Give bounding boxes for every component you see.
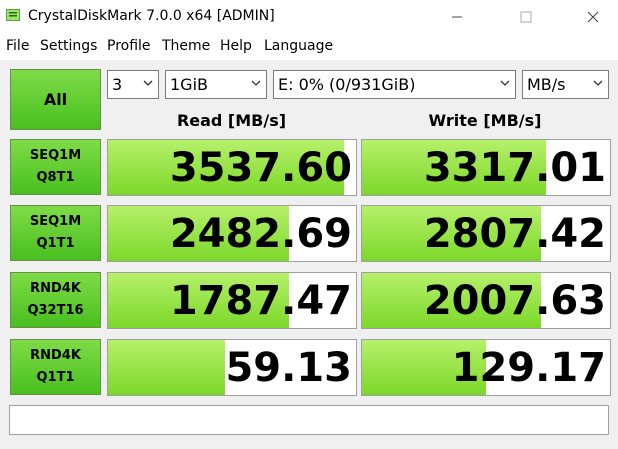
all-tests-button[interactable]: All (10, 69, 101, 130)
test-params: Q1T1 (36, 236, 75, 251)
write-result-cell: 2007.63 (361, 272, 611, 329)
test-params: Q8T1 (36, 170, 75, 185)
read-result-cell: 1787.47 (107, 272, 357, 329)
test-name: RND4K (30, 348, 81, 363)
test-button-seq1m-q1t1[interactable]: SEQ1M Q1T1 (10, 205, 101, 261)
read-progress-bar (108, 340, 225, 395)
write-result-value: 2807.42 (423, 211, 606, 257)
maximize-button[interactable] (503, 0, 549, 34)
test-params: Q1T1 (36, 370, 75, 385)
read-result-value: 1787.47 (169, 278, 352, 324)
window-title: CrystalDiskMark 7.0.0 x64 [ADMIN] (28, 8, 275, 24)
minimize-button[interactable] (434, 0, 480, 34)
write-result-cell: 2807.42 (361, 205, 611, 262)
chevron-down-icon (500, 80, 510, 86)
menu-settings[interactable]: Settings (40, 38, 97, 54)
test-button-rnd4k-q32t16[interactable]: RND4K Q32T16 (10, 272, 101, 328)
test-name: SEQ1M (29, 214, 82, 229)
menu-bar: File Settings Profile Theme Help Languag… (0, 34, 618, 60)
comment-input[interactable] (9, 405, 609, 435)
menu-file[interactable]: File (6, 38, 29, 54)
menu-theme[interactable]: Theme (162, 38, 210, 54)
crystaldiskmark-app-icon (6, 9, 20, 21)
test-button-seq1m-q8t1[interactable]: SEQ1M Q8T1 (10, 139, 101, 195)
minimize-icon (452, 16, 462, 18)
write-result-value: 3317.01 (423, 145, 606, 191)
test-params: Q32T16 (27, 303, 84, 318)
menu-profile[interactable]: Profile (107, 38, 151, 54)
menu-help[interactable]: Help (220, 38, 252, 54)
chevron-down-icon (143, 80, 153, 86)
menu-language[interactable]: Language (264, 38, 333, 54)
close-icon (587, 11, 599, 23)
unit-value: MB/s (527, 75, 566, 94)
read-result-value: 59.13 (225, 345, 352, 391)
write-result-value: 2007.63 (423, 278, 606, 324)
read-result-value: 2482.69 (169, 211, 352, 257)
drive-select[interactable]: E: 0% (0/931GiB) (273, 70, 516, 99)
close-button[interactable] (570, 0, 616, 34)
drive-value: E: 0% (0/931GiB) (278, 75, 416, 94)
read-result-value: 3537.60 (169, 145, 352, 191)
write-result-value: 129.17 (451, 345, 606, 391)
read-column-header: Read [MB/s] (176, 111, 287, 130)
test-name: RND4K (30, 281, 81, 296)
maximize-icon (520, 11, 532, 23)
chevron-down-icon (251, 80, 261, 86)
write-column-header: Write [MB/s] (428, 111, 542, 130)
read-result-cell: 2482.69 (107, 205, 357, 262)
write-result-cell: 3317.01 (361, 139, 611, 196)
test-size-value: 1GiB (170, 75, 208, 94)
test-count-select[interactable]: 3 (107, 70, 159, 99)
title-bar[interactable]: CrystalDiskMark 7.0.0 x64 [ADMIN] (0, 0, 618, 34)
read-result-cell: 3537.60 (107, 139, 357, 196)
chevron-down-icon (593, 80, 603, 86)
test-name: SEQ1M (29, 148, 82, 163)
write-result-cell: 129.17 (361, 339, 611, 396)
test-count-value: 3 (112, 75, 123, 94)
test-size-select[interactable]: 1GiB (165, 70, 267, 99)
test-button-rnd4k-q1t1[interactable]: RND4K Q1T1 (10, 339, 101, 395)
read-result-cell: 59.13 (107, 339, 357, 396)
unit-select[interactable]: MB/s (522, 70, 609, 99)
